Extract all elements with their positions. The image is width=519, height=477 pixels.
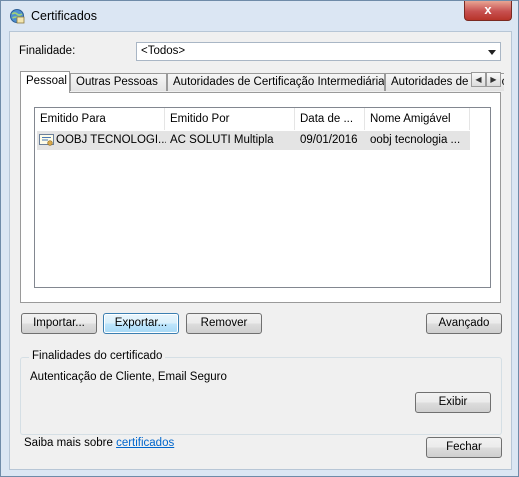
tab-autoridades-intermediarias[interactable]: Autoridades de Certificação Intermediári… — [167, 73, 385, 91]
tab-strip: Pessoal Outras Pessoas Autoridades de Ce… — [20, 71, 504, 93]
close-icon: x — [484, 2, 492, 17]
import-button[interactable]: Importar... — [21, 313, 97, 334]
table-row[interactable]: OOBJ TECNOLOGI... AC SOLUTI Multipla 09/… — [37, 131, 470, 150]
dialog-body: Finalidade: <Todos> Pessoal Outras Pesso… — [9, 31, 512, 470]
learn-more-text: Saiba mais sobre certificados — [24, 437, 175, 449]
certificates-window: Certificados x Finalidade: <Todos> Pesso… — [0, 0, 519, 477]
purpose-label: Finalidade: — [19, 45, 76, 57]
cell-issued-to: OOBJ TECNOLOGI... — [56, 134, 166, 146]
window-title: Certificados — [31, 9, 97, 23]
view-button[interactable]: Exibir — [415, 392, 491, 413]
tab-panel-pessoal: Emitido Para Emitido Por Data de ... Nom… — [20, 92, 501, 303]
column-header-expiration[interactable]: Data de ... — [295, 108, 365, 130]
purpose-select[interactable]: <Todos> — [136, 42, 501, 61]
advanced-button[interactable]: Avançado — [426, 313, 502, 334]
close-button[interactable]: Fechar — [426, 437, 502, 458]
title-bar[interactable]: Certificados x — [1, 1, 518, 31]
certificates-list[interactable]: Emitido Para Emitido Por Data de ... Nom… — [34, 107, 491, 288]
certificate-icon — [39, 134, 54, 146]
cell-friendly-name: oobj tecnologia ... — [370, 134, 461, 146]
column-header-issued-by[interactable]: Emitido Por — [165, 108, 295, 130]
column-header-friendly-name[interactable]: Nome Amigável — [365, 108, 470, 130]
cell-issued-by: AC SOLUTI Multipla — [170, 134, 274, 146]
close-window-button[interactable]: x — [464, 1, 512, 21]
certificates-link[interactable]: certificados — [116, 437, 174, 449]
tab-scroll-left-icon[interactable]: ◀ — [471, 72, 486, 87]
chevron-down-icon — [488, 50, 496, 55]
tab-outras-pessoas[interactable]: Outras Pessoas — [70, 73, 167, 91]
column-header-issued-to[interactable]: Emitido Para — [35, 108, 165, 130]
group-title: Finalidades do certificado — [29, 350, 166, 362]
purpose-selected-value: <Todos> — [141, 45, 186, 57]
certificate-globe-icon — [10, 9, 25, 24]
certificate-purposes-group: Finalidades do certificado Autenticação … — [20, 350, 502, 435]
export-button[interactable]: Exportar... — [103, 313, 179, 334]
remove-button[interactable]: Remover — [186, 313, 262, 334]
tab-scroll-right-icon[interactable]: ▶ — [486, 72, 501, 87]
purposes-text: Autenticação de Cliente, Email Seguro — [30, 371, 227, 383]
cell-date: 09/01/2016 — [300, 134, 358, 146]
tab-pessoal[interactable]: Pessoal — [20, 71, 70, 93]
